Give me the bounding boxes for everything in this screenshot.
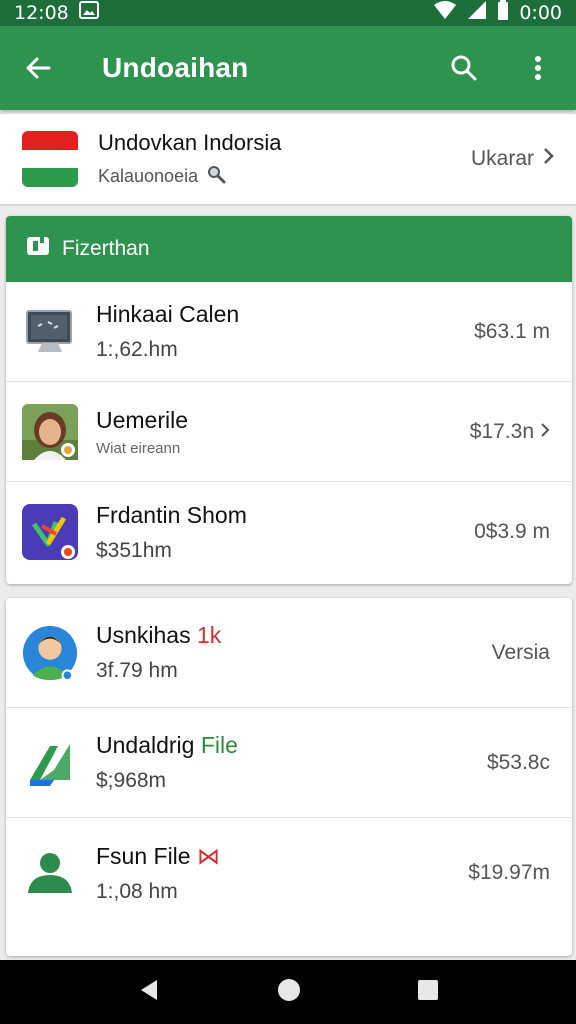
list-item[interactable]: Frdantin Shom $351hm 0$3.9 m: [6, 482, 572, 582]
item-tag: File: [200, 732, 238, 758]
list-item[interactable]: Fsun File ⋈ 1:,08 hm $19.97m: [6, 818, 572, 928]
item-tag: ⋈: [196, 842, 220, 869]
item-title: Frdantin Shom: [96, 501, 247, 528]
recents-nav-icon[interactable]: [417, 979, 439, 1006]
item-title: Usnkihas: [96, 622, 191, 648]
app-logo-icon: [22, 504, 78, 560]
item-title: Fsun File: [96, 842, 191, 869]
folder-icon: [26, 235, 50, 263]
chevron-right-icon: [540, 420, 550, 444]
battery-icon: [497, 0, 509, 26]
list-item[interactable]: Undaldrig File $;968m $53.8c: [6, 708, 572, 818]
list-item[interactable]: Hinkaai Calen 1:,62.hm $63.1 m: [6, 282, 572, 382]
item-subtitle: $351hm: [96, 538, 172, 562]
chevron-right-icon: [542, 147, 554, 171]
flag-icon: [22, 131, 78, 187]
more-vert-icon[interactable]: [518, 48, 558, 88]
person-icon: [22, 845, 78, 901]
wifi-icon: [433, 0, 457, 26]
item-title: Uemerile: [96, 406, 189, 433]
country-sub: Kalauonoeia: [98, 165, 199, 186]
item-title: Hinkaai Calen: [96, 301, 240, 327]
file-card-1: Fizerthan Hinkaai Calen 1:,62.hm $63.1 m…: [6, 216, 572, 584]
item-subtitle: 1:,08 hm: [96, 879, 178, 903]
back-arrow-icon[interactable]: [18, 48, 58, 88]
item-subtitle: $;968m: [96, 769, 167, 792]
home-nav-icon[interactable]: [276, 977, 302, 1008]
signal-icon: [467, 0, 487, 26]
item-value: $19.97m: [468, 861, 550, 884]
back-nav-icon[interactable]: [137, 978, 161, 1007]
item-value: 0$3.9 m: [474, 520, 550, 543]
item-value: $63.1 m: [474, 319, 550, 343]
item-subtitle: 3f.79 hm: [96, 659, 178, 682]
status-bar: 12:08 0:00: [0, 0, 576, 26]
country-action-label: Ukarar: [470, 147, 534, 170]
item-subtitle: 1:,62.hm: [96, 338, 178, 361]
status-time: 12:08: [14, 2, 69, 24]
item-value: Versia: [491, 640, 550, 664]
avatar-icon: [22, 625, 78, 681]
monitor-icon: [22, 304, 78, 360]
search-icon[interactable]: [444, 48, 484, 88]
item-tag: 1k: [197, 622, 222, 648]
list-item[interactable]: Uemerile Wiat eireann $17.3n: [6, 382, 572, 482]
item-value: $53.8c: [486, 750, 550, 774]
item-subtitle: Wiat eireann: [96, 439, 181, 457]
country-selector[interactable]: Undovkan Indorsia Kalauonoeia Ukarar: [0, 114, 576, 206]
app-bar: Undoaihan: [0, 26, 576, 110]
image-notification-icon: [78, 1, 99, 25]
status-right-time: 0:00: [519, 2, 562, 24]
system-nav-bar: [0, 960, 576, 1024]
magnifier-icon: [206, 164, 226, 189]
card-header: Fizerthan: [6, 216, 572, 282]
item-value: $17.3n: [469, 419, 534, 443]
person-photo: [22, 403, 78, 460]
file-card-2: Usnkihas 1k 3f.79 hm Versia Undaldrig Fi…: [6, 598, 572, 956]
card-header-title: Fizerthan: [62, 237, 150, 260]
app-title: Undoaihan: [102, 52, 249, 83]
drive-icon: [22, 735, 78, 791]
item-title: Undaldrig: [96, 732, 195, 758]
list-item[interactable]: Usnkihas 1k 3f.79 hm Versia: [6, 598, 572, 708]
country-name: Undovkan Indorsia: [98, 129, 282, 155]
